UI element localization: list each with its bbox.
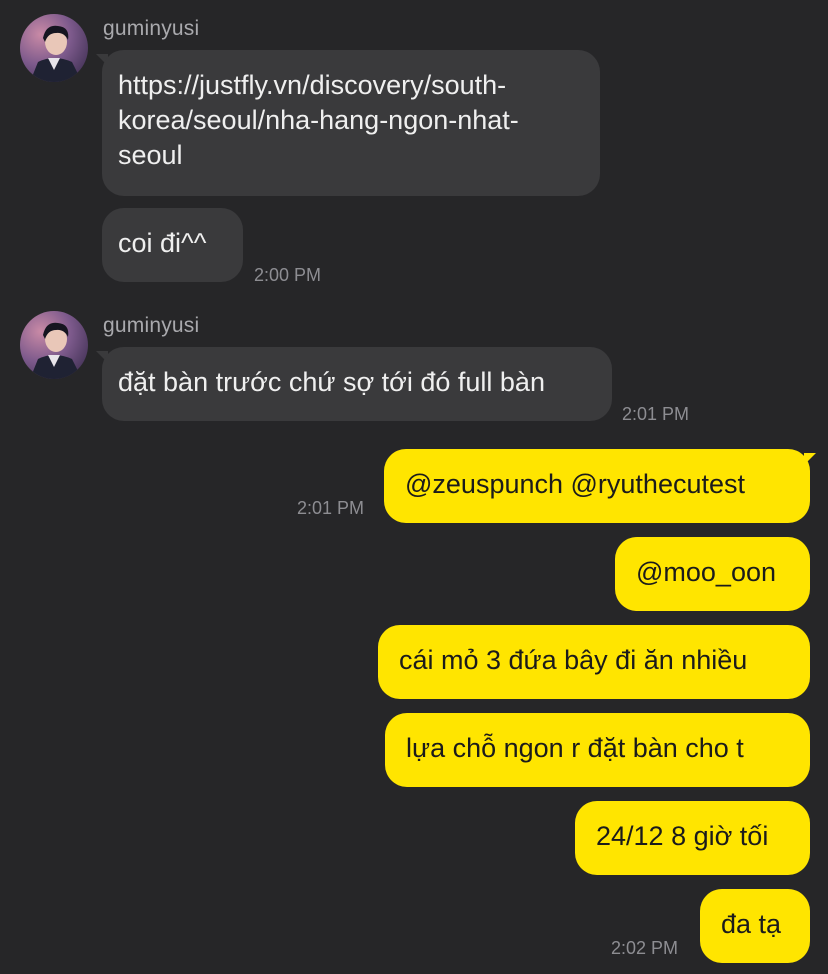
message-text: cái mỏ 3 đứa bây đi ăn nhiều bbox=[399, 645, 748, 675]
message-bubble-outgoing[interactable]: @zeuspunch @ryuthecutest bbox=[384, 449, 810, 523]
profile-photo-icon bbox=[20, 311, 88, 379]
sender-name: guminyusi bbox=[103, 314, 200, 337]
message-bubble-outgoing[interactable]: cái mỏ 3 đứa bây đi ăn nhiều bbox=[378, 625, 810, 699]
message-text: lựa chỗ ngon r đặt bàn cho t bbox=[406, 733, 744, 763]
message-bubble[interactable]: đặt bàn trước chứ sợ tới đó full bàn bbox=[102, 347, 612, 421]
message-text: @moo_oon bbox=[636, 557, 776, 587]
message-text: đa tạ bbox=[721, 909, 782, 939]
sender-avatar[interactable] bbox=[20, 14, 88, 82]
message-text: đặt bàn trước chứ sợ tới đó full bàn bbox=[118, 367, 545, 397]
message-text: @zeuspunch @ryuthecutest bbox=[405, 469, 745, 499]
message-bubble[interactable]: coi đi^^ bbox=[102, 208, 243, 282]
message-text: 24/12 8 giờ tối bbox=[596, 821, 769, 851]
message-text: coi đi^^ bbox=[118, 228, 207, 258]
message-bubble-outgoing[interactable]: 24/12 8 giờ tối bbox=[575, 801, 810, 875]
message-bubble-link[interactable]: https://justfly.vn/discovery/south- kore… bbox=[102, 50, 600, 196]
message-timestamp: 2:01 PM bbox=[622, 404, 690, 424]
message-bubble-outgoing[interactable]: lựa chỗ ngon r đặt bàn cho t bbox=[385, 713, 810, 787]
message-bubble-outgoing[interactable]: đa tạ bbox=[700, 889, 810, 963]
sender-name: guminyusi bbox=[103, 17, 200, 40]
message-link-line[interactable]: https://justfly.vn/discovery/south- bbox=[118, 68, 584, 103]
message-timestamp: 2:01 PM bbox=[297, 498, 365, 518]
message-link-line[interactable]: seoul bbox=[118, 138, 584, 173]
profile-photo-icon bbox=[20, 14, 88, 82]
message-bubble-outgoing[interactable]: @moo_oon bbox=[615, 537, 810, 611]
message-timestamp: 2:02 PM bbox=[611, 938, 679, 958]
sender-avatar[interactable] bbox=[20, 311, 88, 379]
message-timestamp: 2:00 PM bbox=[254, 265, 322, 285]
message-link-line[interactable]: korea/seoul/nha-hang-ngon-nhat- bbox=[118, 103, 584, 138]
